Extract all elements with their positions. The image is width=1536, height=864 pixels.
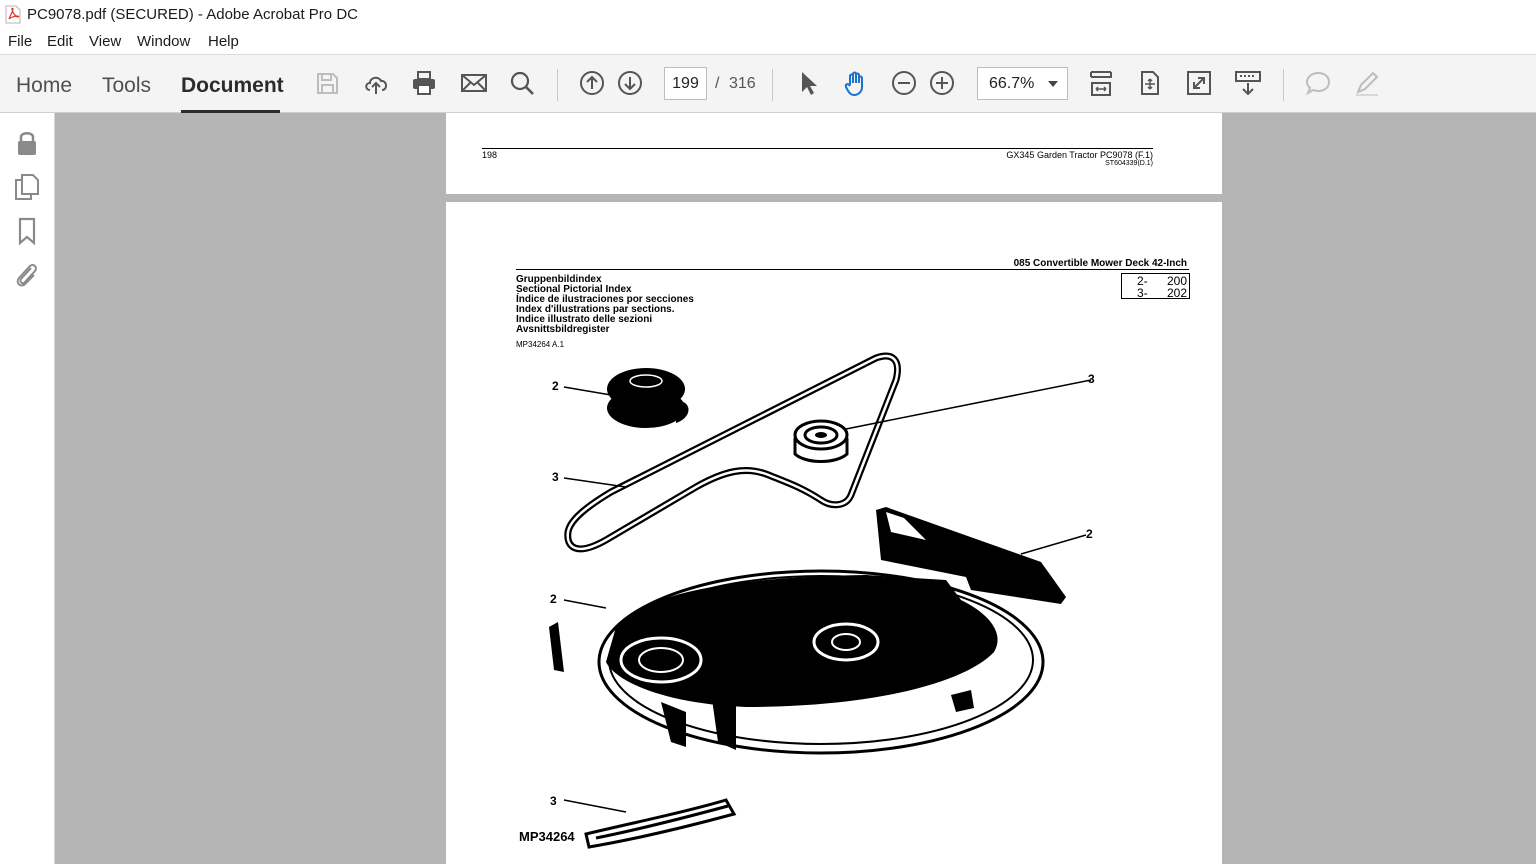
attachment-icon[interactable] bbox=[12, 259, 42, 289]
callout-label: 3 bbox=[1088, 372, 1095, 386]
tab-tools[interactable]: Tools bbox=[102, 74, 151, 98]
pen-icon bbox=[1356, 71, 1379, 96]
callout-label: 3 bbox=[552, 470, 559, 484]
zoom-out-button[interactable] bbox=[888, 67, 920, 99]
page-separator: / bbox=[715, 75, 720, 92]
comment-button[interactable] bbox=[1302, 67, 1334, 99]
pdf-file-icon bbox=[5, 5, 21, 24]
document-viewer[interactable]: 198 GX345 Garden Tractor PC9078 (F.1) ST… bbox=[55, 113, 1536, 864]
toolbar-separator bbox=[772, 69, 773, 101]
figure-id: MP34264 bbox=[519, 829, 575, 844]
arrow-up-circle-icon bbox=[580, 71, 604, 95]
menu-view[interactable]: View bbox=[89, 33, 121, 50]
lock-icon[interactable] bbox=[12, 127, 42, 157]
page-fit-icon bbox=[1141, 71, 1159, 95]
page-number-input[interactable]: 199 bbox=[664, 67, 707, 100]
left-navigation-panel bbox=[0, 113, 55, 864]
tab-home[interactable]: Home bbox=[16, 74, 72, 98]
comment-icon bbox=[1305, 71, 1331, 96]
select-tool-button[interactable] bbox=[792, 67, 824, 99]
toolbar: Home Tools Document 199 / 316 66.7% bbox=[0, 54, 1536, 113]
zoom-in-icon bbox=[930, 71, 954, 95]
page-scroll-icon bbox=[1090, 71, 1112, 96]
email-button[interactable] bbox=[458, 67, 490, 99]
toolbar-separator bbox=[1283, 69, 1284, 101]
print-button[interactable] bbox=[408, 67, 440, 99]
chevron-down-icon bbox=[1048, 81, 1058, 87]
highlight-button[interactable] bbox=[1351, 67, 1383, 99]
menu-edit[interactable]: Edit bbox=[47, 33, 73, 50]
upload-cloud-button[interactable] bbox=[360, 67, 392, 99]
pdf-page-199: 085 Convertible Mower Deck 42-Inch Grupp… bbox=[446, 202, 1222, 864]
scrolling-mode-button[interactable] bbox=[1085, 67, 1117, 99]
page-total: 316 bbox=[729, 75, 756, 92]
callout-label: 2 bbox=[550, 592, 557, 606]
page-number-text: 198 bbox=[482, 150, 498, 160]
zoom-out-icon bbox=[892, 71, 916, 95]
mower-deck-illustration bbox=[549, 352, 1092, 849]
previous-page-button[interactable] bbox=[576, 67, 608, 99]
printer-icon bbox=[413, 71, 435, 95]
save-icon bbox=[317, 73, 338, 94]
arrow-down-circle-icon bbox=[618, 71, 642, 95]
keyboard-tools-button[interactable] bbox=[1232, 67, 1264, 99]
zoom-level-value: 66.7% bbox=[989, 75, 1035, 92]
callout-label: 2 bbox=[552, 379, 559, 393]
hand-icon bbox=[844, 71, 863, 97]
hand-tool-button[interactable] bbox=[840, 67, 872, 99]
window-title: PC9078.pdf (SECURED) - Adobe Acrobat Pro… bbox=[27, 6, 358, 23]
title-bar: PC9078.pdf (SECURED) - Adobe Acrobat Pro… bbox=[0, 0, 1536, 30]
tab-document[interactable]: Document bbox=[181, 74, 284, 98]
callout-label: 3 bbox=[550, 794, 557, 808]
document-reference: ST604339(D.1) bbox=[1105, 160, 1153, 167]
page-header-rule bbox=[482, 148, 1153, 149]
toolbar-separator bbox=[557, 69, 558, 101]
search-icon bbox=[510, 71, 534, 95]
page-header-text: GX345 Garden Tractor PC9078 (F.1) bbox=[1006, 150, 1153, 160]
menu-help[interactable]: Help bbox=[208, 33, 239, 50]
menu-window[interactable]: Window bbox=[137, 33, 190, 50]
callout-label: 2 bbox=[1086, 527, 1093, 541]
zoom-in-button[interactable] bbox=[926, 67, 958, 99]
menu-bar: File Edit View Window Help bbox=[0, 30, 1536, 54]
save-button[interactable] bbox=[311, 67, 343, 99]
menu-file[interactable]: File bbox=[8, 33, 32, 50]
cursor-arrow-icon bbox=[802, 72, 817, 95]
mail-icon bbox=[461, 74, 487, 92]
bookmark-icon[interactable] bbox=[12, 216, 42, 246]
full-screen-button[interactable] bbox=[1183, 67, 1215, 99]
expand-icon bbox=[1187, 71, 1211, 95]
cloud-upload-icon bbox=[365, 76, 387, 94]
next-page-button[interactable] bbox=[614, 67, 646, 99]
find-button[interactable] bbox=[506, 67, 538, 99]
rotate-view-button[interactable] bbox=[1134, 67, 1166, 99]
zoom-level-select[interactable]: 66.7% bbox=[977, 67, 1068, 100]
pdf-page-198: 198 GX345 Garden Tractor PC9078 (F.1) ST… bbox=[446, 113, 1222, 194]
keyboard-download-icon bbox=[1235, 71, 1261, 96]
page-thumbnails-icon[interactable] bbox=[12, 171, 42, 201]
